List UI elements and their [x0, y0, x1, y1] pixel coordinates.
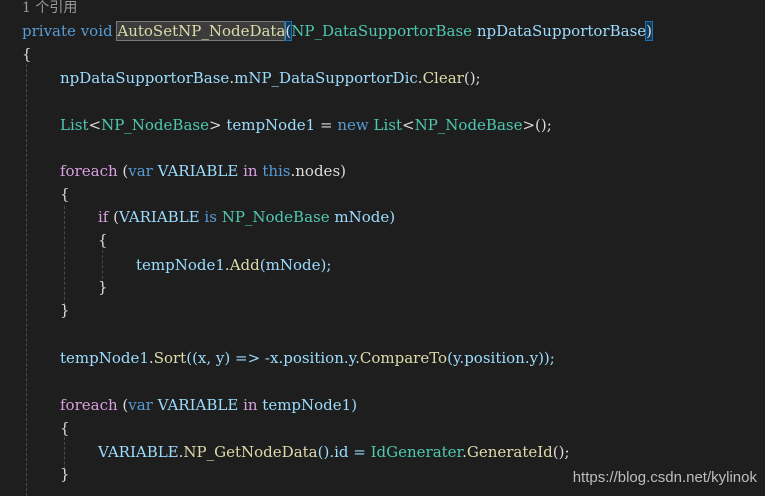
identifier[interactable]: VARIABLE — [158, 162, 239, 180]
indent-guide — [26, 64, 27, 496]
punct: >(); — [522, 116, 552, 134]
brace: { — [22, 45, 32, 63]
method-call[interactable]: CompareTo — [360, 349, 447, 367]
keyword: foreach — [60, 162, 118, 180]
code-line: { — [60, 417, 70, 439]
method-call[interactable]: Clear — [423, 69, 464, 87]
punct: ( — [117, 162, 129, 180]
brace: { — [98, 231, 108, 249]
brace: } — [60, 465, 70, 483]
param-name[interactable]: npDataSupportorBase — [477, 22, 646, 40]
code-line: npDataSupportorBase.mNP_DataSupportorDic… — [60, 67, 481, 89]
code-line: { — [98, 229, 108, 251]
identifier[interactable]: VARIABLE — [98, 443, 179, 461]
type-name[interactable]: List — [374, 116, 402, 134]
punct: < — [88, 116, 102, 134]
method-call[interactable]: Sort — [154, 349, 187, 367]
identifier[interactable]: .nodes) — [291, 162, 347, 180]
keyword: this — [262, 162, 291, 180]
code-line: List<NP_NodeBase> tempNode1 = new List<N… — [60, 114, 552, 136]
indent-guide — [64, 206, 65, 310]
punct: ( — [108, 208, 119, 226]
keyword: var — [128, 162, 153, 180]
punct: < — [402, 116, 415, 134]
code-editor[interactable]: 1 个引用 private void AutoSetNP_NodeData(NP… — [0, 0, 765, 496]
brace: } — [60, 301, 70, 319]
brace: } — [98, 278, 108, 296]
identifier[interactable]: VARIABLE — [158, 396, 239, 414]
code-line: } — [98, 276, 108, 298]
code-line: tempNode1.Sort((x, y) => -x.position.y.C… — [60, 347, 555, 369]
keyword: foreach — [60, 396, 118, 414]
keyword: var — [128, 396, 153, 414]
method-signature: private void AutoSetNP_NodeData(NP_DataS… — [22, 20, 653, 42]
type-name[interactable]: List — [60, 116, 88, 134]
brace: { — [60, 419, 70, 437]
keyword: in — [243, 162, 258, 180]
code-line: } — [60, 299, 70, 321]
type-name[interactable]: NP_DataSupportorBase — [291, 22, 472, 40]
code-line: } — [60, 463, 70, 485]
keyword: is — [204, 208, 217, 226]
identifier[interactable]: (y.position.y)); — [447, 349, 555, 367]
method-call[interactable]: GenerateId — [467, 443, 553, 461]
identifier[interactable]: ().id = — [318, 443, 371, 461]
keyword: if — [98, 208, 109, 226]
code-line: { — [22, 43, 32, 65]
keyword: private — [22, 22, 76, 40]
punct: (); — [552, 443, 570, 461]
code-line: foreach (var VARIABLE in this.nodes) — [60, 160, 346, 182]
identifier[interactable]: mNode) — [330, 208, 395, 226]
punct: (); — [463, 69, 481, 87]
identifier[interactable]: tempNode1 — [222, 116, 320, 134]
type-name[interactable]: NP_NodeBase — [222, 208, 330, 226]
identifier[interactable]: VARIABLE — [119, 208, 200, 226]
method-call[interactable]: NP_GetNodeData — [183, 443, 317, 461]
code-line: if (VARIABLE is NP_NodeBase mNode) — [98, 206, 395, 228]
keyword: new — [337, 116, 369, 134]
identifier[interactable]: (mNode); — [260, 256, 332, 274]
code-line: { — [60, 183, 70, 205]
type-name[interactable]: NP_NodeBase — [415, 116, 523, 134]
code-line: tempNode1.Add(mNode); — [136, 254, 331, 276]
identifier[interactable]: tempNode1 — [60, 349, 149, 367]
paren: ) — [645, 21, 653, 41]
type-name[interactable]: IdGenerater — [371, 443, 462, 461]
identifier[interactable]: ((x, y) => -x.position.y. — [186, 349, 360, 367]
punct: > — [208, 116, 222, 134]
method-name[interactable]: AutoSetNP_NodeData — [116, 21, 287, 41]
type-name[interactable]: NP_NodeBase — [101, 116, 209, 134]
identifier[interactable]: mNP_DataSupportorDic — [234, 69, 418, 87]
watermark: https://blog.csdn.net/kylinok — [572, 469, 757, 486]
identifier[interactable]: npDataSupportorBase — [60, 69, 229, 87]
brace: { — [60, 185, 70, 203]
identifier[interactable]: tempNode1 — [136, 256, 225, 274]
code-line: foreach (var VARIABLE in tempNode1) — [60, 394, 357, 416]
method-call[interactable]: Add — [230, 256, 260, 274]
punct: = — [320, 116, 338, 134]
punct: ( — [117, 396, 129, 414]
codelens-references[interactable]: 1 个引用 — [22, 0, 77, 19]
identifier[interactable]: tempNode1) — [258, 396, 357, 414]
keyword: in — [243, 396, 258, 414]
code-line: VARIABLE.NP_GetNodeData().id = IdGenerat… — [98, 441, 570, 463]
keyword: void — [80, 22, 113, 40]
